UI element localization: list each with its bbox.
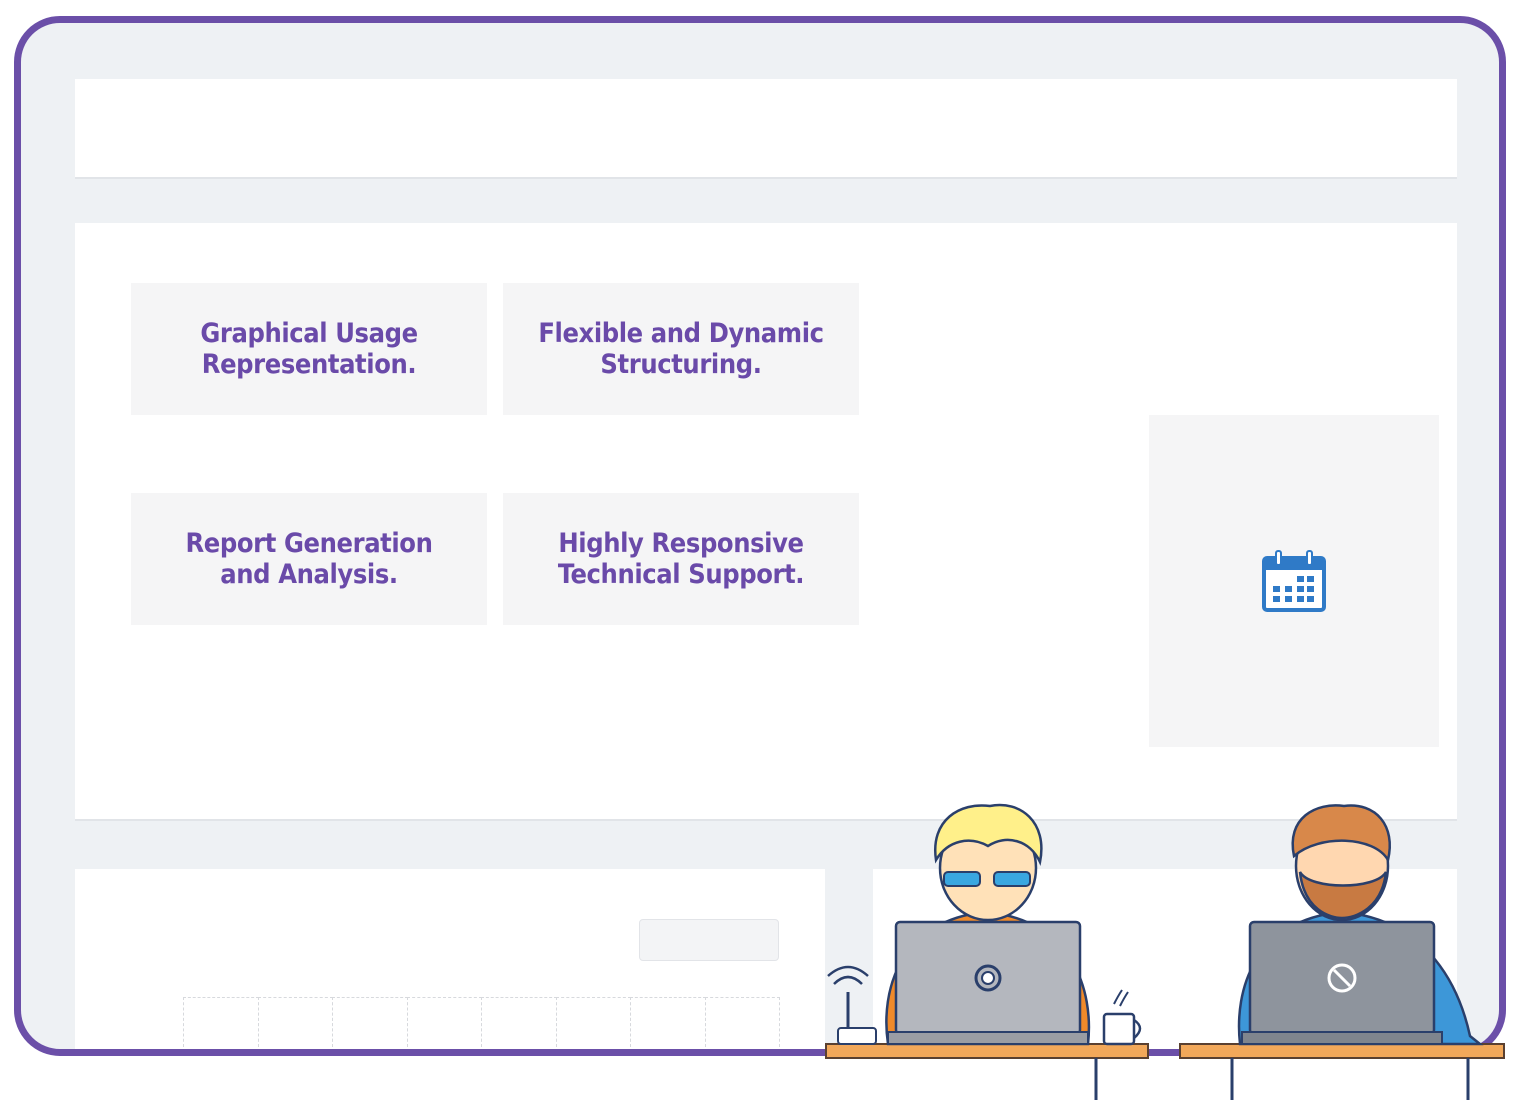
table-grid (183, 997, 780, 1047)
bottom-left-panel (75, 869, 825, 1049)
features-panel: Graphical Usage Representation. Flexible… (75, 223, 1457, 819)
feature-label: Report Generation and Analysis. (185, 528, 433, 590)
calendar-icon (1262, 550, 1326, 612)
calendar-card[interactable] (1149, 415, 1439, 747)
feature-card-technical-support[interactable]: Highly Responsive Technical Support. (503, 493, 859, 625)
top-bar (75, 79, 1457, 177)
feature-label: Graphical Usage Representation. (200, 318, 418, 380)
feature-label: Highly Responsive Technical Support. (557, 528, 805, 590)
feature-label: Flexible and Dynamic Structuring. (538, 318, 824, 380)
dashboard-screen: Graphical Usage Representation. Flexible… (14, 16, 1506, 1056)
panel-button[interactable] (639, 919, 779, 961)
bottom-right-panel (873, 869, 1457, 1049)
feature-card-graphical-usage[interactable]: Graphical Usage Representation. (131, 283, 487, 415)
feature-card-report-generation[interactable]: Report Generation and Analysis. (131, 493, 487, 625)
feature-card-flexible-structuring[interactable]: Flexible and Dynamic Structuring. (503, 283, 859, 415)
